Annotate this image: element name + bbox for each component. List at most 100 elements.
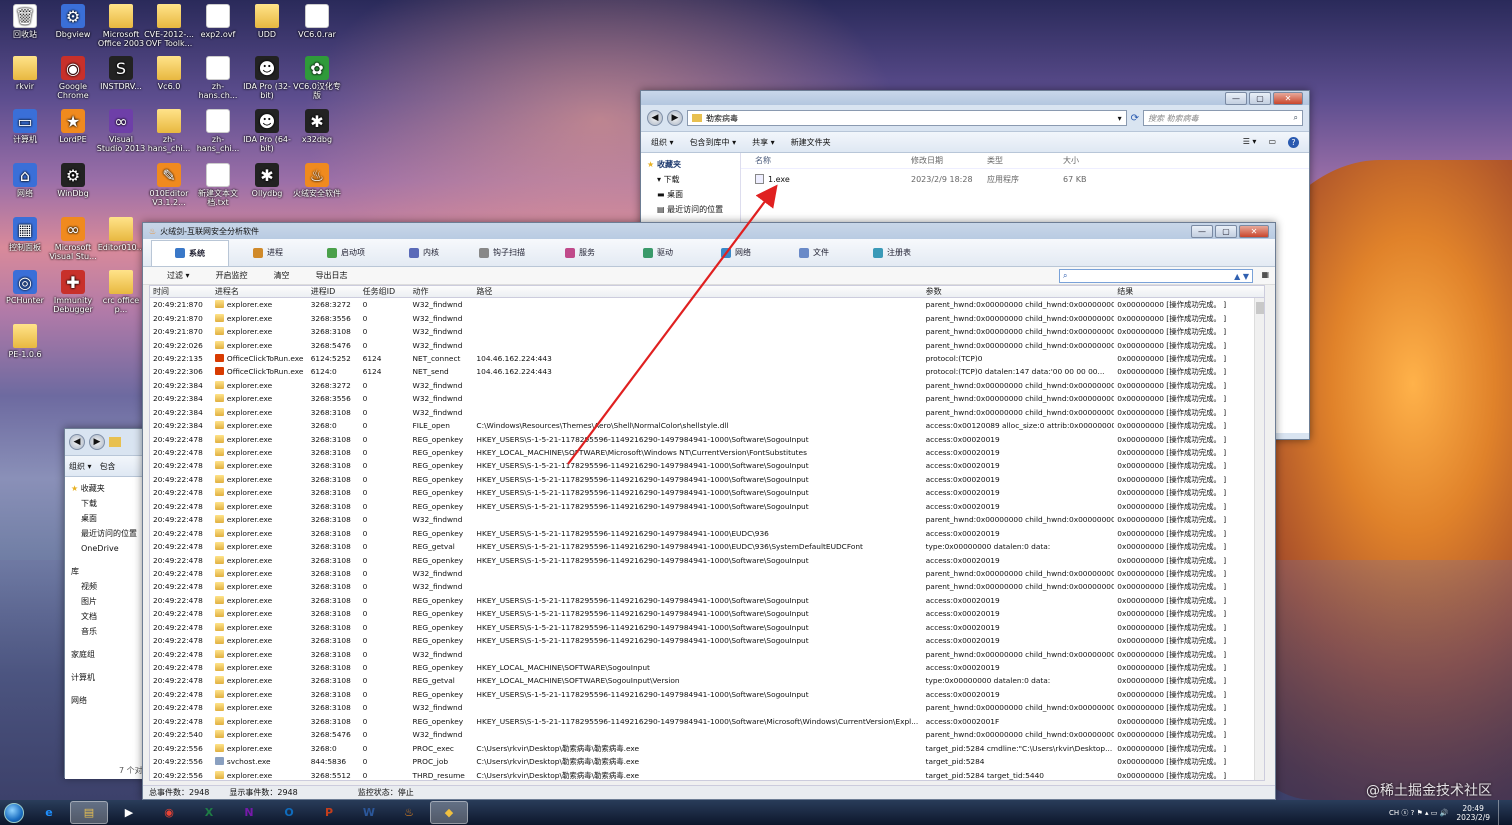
table-row[interactable]: 20:49:22:306 OfficeClickToRun.exe 6124:0 61…	[150, 365, 1264, 378]
table-row[interactable]: 20:49:22:556 explorer.exe 3268:0 0 PROC_exec…	[150, 741, 1264, 754]
organize-menu[interactable]: 组织 ▾	[69, 461, 92, 472]
filter-menu[interactable]: 过滤 ▾	[167, 270, 190, 281]
desktop-icon-item[interactable]: ◉ Google Chrome	[48, 56, 98, 100]
table-row[interactable]: 20:49:22:478 explorer.exe 3268:3108 0 REG_op…	[150, 715, 1264, 728]
desktop-icon-item[interactable]: CVE-2012-... OVF Toolk...	[144, 4, 194, 48]
clock[interactable]: 20:49 2023/2/9	[1456, 804, 1490, 822]
column-header[interactable]: 路径	[473, 286, 922, 297]
nav-item-videos[interactable]: 视频	[71, 579, 141, 594]
nav-network[interactable]: 网络	[71, 693, 141, 708]
table-row[interactable]: 20:49:21:870 explorer.exe 3268:3556 0 W32_fi…	[150, 311, 1264, 324]
powerpoint-icon[interactable]: P	[310, 801, 348, 824]
column-date[interactable]: 修改日期	[911, 155, 987, 166]
desktop-icon-item[interactable]: ▦ 控制面板	[0, 217, 50, 252]
onenote-icon[interactable]: N	[230, 801, 268, 824]
huorong-taskbar-icon[interactable]: ♨	[390, 801, 428, 824]
table-row[interactable]: 20:49:22:478 explorer.exe 3268:3108 0 REG_op…	[150, 607, 1264, 620]
maximize-button[interactable]: ▢	[1215, 224, 1237, 238]
table-row[interactable]: 20:49:22:384 explorer.exe 3268:3108 0 W32_fi…	[150, 406, 1264, 419]
columns-icon[interactable]: ▦	[1261, 270, 1269, 279]
desktop-icon-item[interactable]: ∞ Microsoft Visual Stu...	[48, 217, 98, 261]
table-row[interactable]: 20:49:22:026 explorer.exe 3268:5476 0 W32_fi…	[150, 338, 1264, 351]
tab-2[interactable]: 启动项	[307, 240, 385, 266]
column-name[interactable]: 名称	[741, 155, 911, 166]
desktop-icon-item[interactable]: Editor010...	[96, 217, 146, 252]
table-row[interactable]: 20:49:22:478 explorer.exe 3268:3108 0 REG_op…	[150, 446, 1264, 459]
table-row[interactable]: 20:49:21:870 explorer.exe 3268:3108 0 W32_fi…	[150, 325, 1264, 338]
clear-button[interactable]: 清空	[274, 270, 290, 281]
desktop-icon-item[interactable]: VC6.0.rar	[292, 4, 342, 39]
table-row[interactable]: 20:49:22:384 explorer.exe 3268:3272 0 W32_fi…	[150, 379, 1264, 392]
vertical-scrollbar[interactable]	[1254, 298, 1264, 780]
desktop-icon-item[interactable]: ⚙ Dbgview	[48, 4, 98, 39]
nav-computer[interactable]: 计算机	[71, 670, 141, 685]
table-row[interactable]: 20:49:22:478 explorer.exe 3268:3108 0 W32_fi…	[150, 701, 1264, 714]
close-button[interactable]: ✕	[1239, 224, 1269, 238]
huorongjian-window[interactable]: ♨ 火绒剑-互联网安全分析软件 — ▢ ✕ 系统 进程 启动项 内核 钩子扫描 服务 驱动 网…	[142, 222, 1276, 800]
table-row[interactable]: 20:49:22:478 explorer.exe 3268:3108 0 REG_op…	[150, 688, 1264, 701]
column-header[interactable]: 时间	[150, 286, 212, 297]
desktop-icon-item[interactable]: ♨ 火绒安全软件	[292, 163, 342, 198]
search-input[interactable]: 搜索 勒索病毒 ⌕	[1143, 110, 1303, 126]
table-row[interactable]: 20:49:22:384 explorer.exe 3268:0 0 FILE_open…	[150, 419, 1264, 432]
tray-icons[interactable]: CH ⓢ ? ⚑ ▴ ▭ 🔊	[1389, 808, 1448, 818]
nav-item-documents[interactable]: 文档	[71, 609, 141, 624]
desktop-icon-item[interactable]: ✿ VC6.0汉化专版	[292, 56, 342, 100]
minimize-button[interactable]: —	[1225, 91, 1247, 105]
column-header[interactable]: 任务组ID	[360, 286, 410, 297]
table-row[interactable]: 20:49:22:478 explorer.exe 3268:3108 0 REG_ge…	[150, 674, 1264, 687]
ie-icon[interactable]: e	[30, 801, 68, 824]
table-row[interactable]: 20:49:22:478 explorer.exe 3268:3108 0 REG_op…	[150, 459, 1264, 472]
table-row[interactable]: 20:49:22:478 explorer.exe 3268:3108 0 REG_op…	[150, 526, 1264, 539]
new-folder-button[interactable]: 新建文件夹	[791, 137, 831, 148]
preview-pane-icon[interactable]: ▭	[1268, 137, 1276, 148]
tab-4[interactable]: 钩子扫描	[463, 240, 541, 266]
tab-9[interactable]: 注册表	[853, 240, 931, 266]
nav-item-onedrive[interactable]: OneDrive	[71, 541, 141, 556]
scrollbar-thumb[interactable]	[1256, 302, 1264, 314]
desktop-icon-item[interactable]: Vc6.0	[144, 56, 194, 91]
table-row[interactable]: 20:49:22:478 explorer.exe 3268:3108 0 W32_fi…	[150, 513, 1264, 526]
desktop-icon-item[interactable]: ⌂ 网络	[0, 163, 50, 198]
column-header[interactable]: 进程ID	[308, 286, 360, 297]
explorer-window-background[interactable]: ◀ ▶ 组织 ▾ 包含 ★ 收藏夹 下载 桌面 最近访问的位置 OneDrive…	[64, 428, 148, 779]
search-up-icon[interactable]: ▲	[1234, 272, 1240, 281]
table-row[interactable]: 20:49:22:478 explorer.exe 3268:3108 0 W32_fi…	[150, 567, 1264, 580]
desktop-icon-item[interactable]: ☻ IDA Pro (64-bit)	[242, 109, 292, 153]
column-size[interactable]: 大小	[1063, 155, 1123, 166]
desktop-icon-item[interactable]: zh-hans_chi...	[193, 109, 243, 153]
desktop-icon-item[interactable]: ✱ Ollydbg	[242, 163, 292, 198]
desktop-icon-item[interactable]: Microsoft Office 2003	[96, 4, 146, 48]
table-row[interactable]: 20:49:22:478 explorer.exe 3268:3108 0 REG_op…	[150, 661, 1264, 674]
desktop-icon-item[interactable]: ✱ x32dbg	[292, 109, 342, 144]
forward-icon[interactable]: ▶	[667, 110, 683, 126]
search-down-icon[interactable]: ▼	[1243, 272, 1249, 281]
nav-homegroup[interactable]: 家庭组	[71, 647, 141, 662]
column-header[interactable]: 参数	[923, 286, 1115, 297]
column-header[interactable]: 动作	[410, 286, 474, 297]
chevron-down-icon[interactable]: ▾	[1118, 114, 1122, 123]
tab-3[interactable]: 内核	[385, 240, 463, 266]
table-row[interactable]: 20:49:22:556 svchost.exe 844:5836 0 PROC_job…	[150, 755, 1264, 768]
desktop-icon-item[interactable]: 🗑 回收站	[0, 4, 50, 39]
table-row[interactable]: 20:49:22:478 explorer.exe 3268:3108 0 W32_fi…	[150, 647, 1264, 660]
maximize-button[interactable]: ▢	[1249, 91, 1271, 105]
table-row[interactable]: 20:49:22:478 explorer.exe 3268:3108 0 REG_op…	[150, 473, 1264, 486]
table-row[interactable]: 20:49:22:478 explorer.exe 3268:3108 0 REG_op…	[150, 553, 1264, 566]
tab-0[interactable]: 系统	[151, 239, 229, 266]
column-header[interactable]: 结果	[1114, 286, 1264, 297]
share-menu[interactable]: 共享 ▾	[752, 137, 775, 148]
desktop-icon-item[interactable]: UDD	[242, 4, 292, 39]
word-icon[interactable]: W	[350, 801, 388, 824]
tab-1[interactable]: 进程	[229, 240, 307, 266]
help-icon[interactable]: ?	[1288, 136, 1299, 148]
desktop-icon-item[interactable]: S INSTDRV...	[96, 56, 146, 91]
back-icon[interactable]: ◀	[69, 434, 85, 450]
desktop-icon-item[interactable]: zh-hans_chi...	[144, 109, 194, 153]
chrome-taskbar-icon[interactable]: ◉	[150, 801, 188, 824]
search-input[interactable]: ⌕ ▲ ▼	[1059, 269, 1253, 283]
excel-icon[interactable]: X	[190, 801, 228, 824]
table-row[interactable]: 20:49:22:478 explorer.exe 3268:3108 0 REG_op…	[150, 500, 1264, 513]
file-row[interactable]: 1.exe 2023/2/9 18:28 应用程序 67 KB	[741, 169, 1309, 189]
table-row[interactable]: 20:49:22:384 explorer.exe 3268:3556 0 W32_fi…	[150, 392, 1264, 405]
